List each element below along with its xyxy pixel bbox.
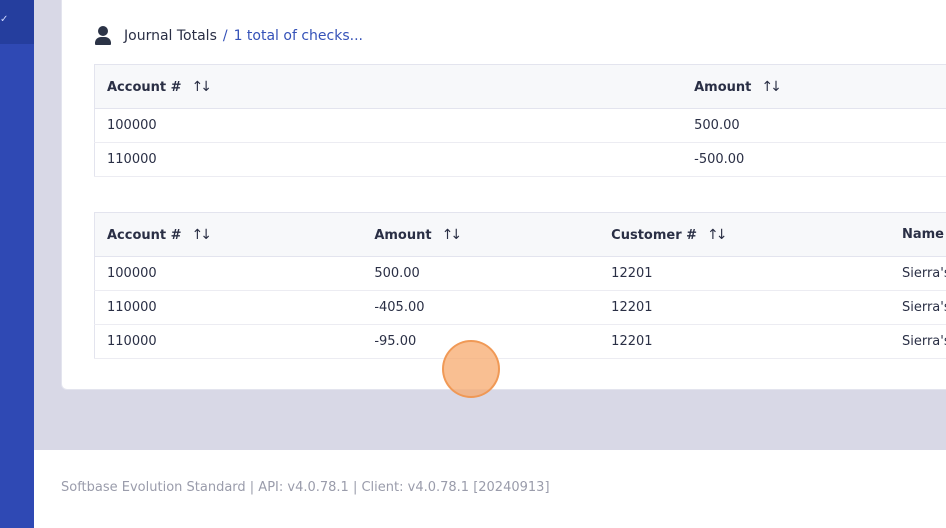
table-header-row: Account # ↑↓ Amount ↑↓ xyxy=(94,64,946,109)
column-header-amount[interactable]: Amount ↑↓ xyxy=(682,64,946,109)
breadcrumb-separator: / xyxy=(222,28,228,44)
footer: Softbase Evolution Standard | API: v4.0.… xyxy=(34,450,946,528)
cell-account: 110000 xyxy=(94,142,683,177)
sidebar-active-item[interactable]: ✓ xyxy=(0,0,34,44)
sort-icon[interactable]: ↑↓ xyxy=(761,79,782,95)
checks-total-link[interactable]: 1 total of checks... xyxy=(234,28,363,44)
sort-icon[interactable]: ↑↓ xyxy=(442,227,463,243)
sort-icon[interactable]: ↑↓ xyxy=(707,227,728,243)
column-header-customer[interactable]: Customer # ↑↓ xyxy=(599,212,890,257)
user-icon xyxy=(94,26,112,46)
sidebar: ✓ xyxy=(0,0,34,528)
journal-totals-table: Account # ↑↓ Amount ↑↓ 100000 500.00 11000… xyxy=(94,64,946,177)
cell-customer: 12201 xyxy=(599,256,890,291)
cell-account: 100000 xyxy=(94,256,363,291)
column-header-amount[interactable]: Amount ↑↓ xyxy=(362,212,600,257)
cell-name: Sierra's xyxy=(889,256,946,291)
table-header-row: Account # ↑↓ Amount ↑↓ Customer # ↑↓ Name xyxy=(94,212,946,257)
cell-name: Sierra's xyxy=(889,290,946,325)
card-header: Journal Totals / 1 total of checks... xyxy=(94,26,363,46)
cell-name: Sierra's xyxy=(889,324,946,359)
cell-customer: 12201 xyxy=(599,324,890,359)
cell-account: 110000 xyxy=(94,324,363,359)
table-row[interactable]: 110000 -95.00 12201 Sierra's xyxy=(94,324,946,359)
card-title: Journal Totals xyxy=(124,28,217,44)
cell-customer: 12201 xyxy=(599,290,890,325)
table-row[interactable]: 100000 500.00 xyxy=(94,108,946,143)
sort-icon[interactable]: ↑↓ xyxy=(192,79,213,95)
table-row[interactable]: 110000 -405.00 12201 Sierra's xyxy=(94,290,946,325)
checks-table: Account # ↑↓ Amount ↑↓ Customer # ↑↓ Name 1… xyxy=(94,212,946,359)
cell-amount: -500.00 xyxy=(682,142,946,177)
check-icon: ✓ xyxy=(0,14,9,25)
click-indicator xyxy=(442,340,500,398)
table-row[interactable]: 110000 -500.00 xyxy=(94,142,946,177)
cell-amount: -405.00 xyxy=(362,290,600,325)
sort-icon[interactable]: ↑↓ xyxy=(192,227,213,243)
column-header-name[interactable]: Name xyxy=(889,212,946,257)
version-info: Softbase Evolution Standard | API: v4.0.… xyxy=(61,480,550,495)
journal-card: Journal Totals / 1 total of checks... Ac… xyxy=(61,0,946,390)
table-row[interactable]: 100000 500.00 12201 Sierra's xyxy=(94,256,946,291)
column-header-account[interactable]: Account # ↑↓ xyxy=(94,212,363,257)
cell-account: 110000 xyxy=(94,290,363,325)
cell-account: 100000 xyxy=(94,108,683,143)
column-header-account[interactable]: Account # ↑↓ xyxy=(94,64,683,109)
cell-amount: 500.00 xyxy=(682,108,946,143)
cell-amount: 500.00 xyxy=(362,256,600,291)
